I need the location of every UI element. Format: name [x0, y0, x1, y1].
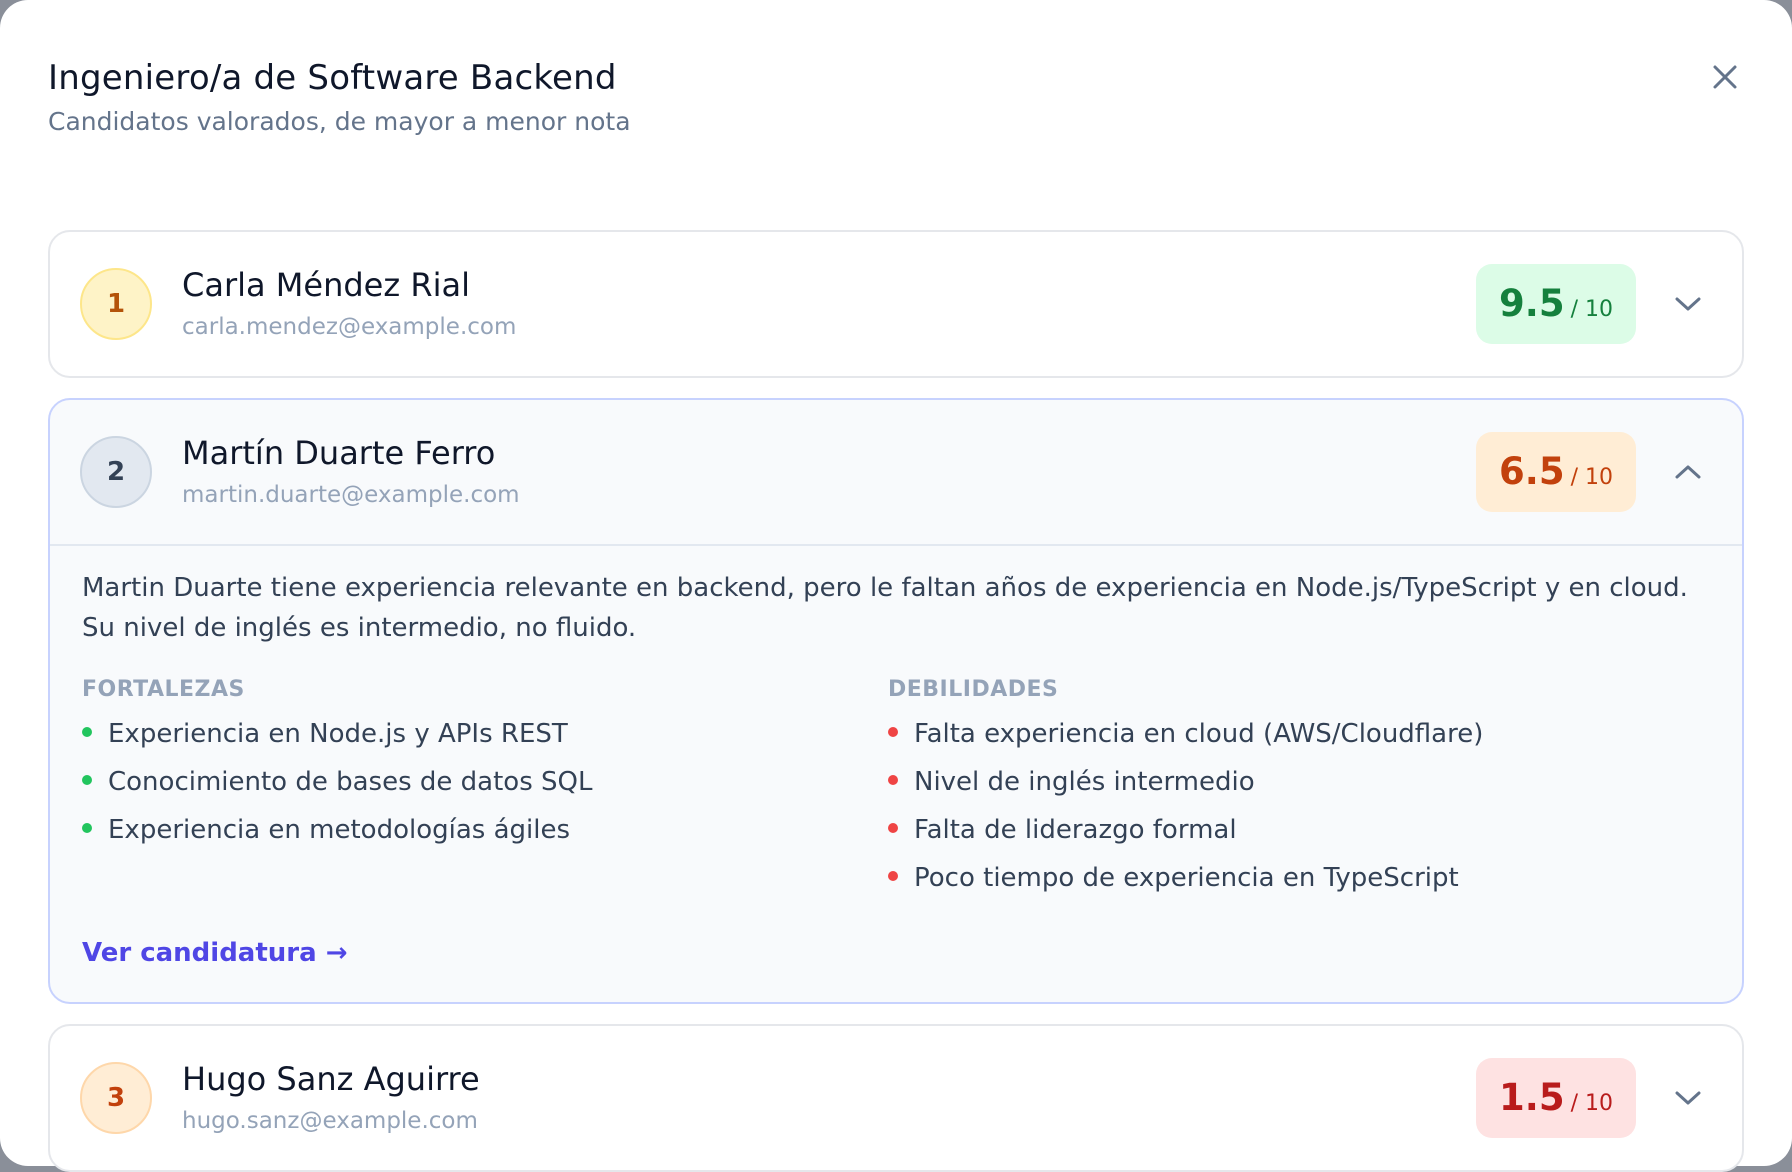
candidates-modal: Ingeniero/a de Software Backend Candidat…	[0, 0, 1792, 1172]
strength-text: Experiencia en Node.js y APIs REST	[108, 719, 568, 749]
candidate-info: Martín Duarte Ferro martin.duarte@exampl…	[182, 432, 1476, 512]
candidate-card: 1 Carla Méndez Rial carla.mendez@example…	[48, 230, 1744, 378]
strength-text: Experiencia en metodologías ágiles	[108, 815, 571, 845]
candidate-name: Martín Duarte Ferro	[182, 434, 496, 472]
candidate-card-header[interactable]: 3 Hugo Sanz Aguirre hugo.sanz@example.co…	[50, 1026, 1742, 1170]
score-value: 1.5	[1499, 1076, 1565, 1119]
bullet-dot-icon	[82, 727, 92, 737]
expand-toggle[interactable]	[1662, 278, 1714, 330]
candidate-list: 1 Carla Méndez Rial carla.mendez@example…	[48, 230, 1744, 1172]
candidate-name: Carla Méndez Rial	[182, 266, 470, 304]
collapse-toggle[interactable]	[1662, 446, 1714, 498]
chevron-down-icon	[1675, 297, 1701, 311]
view-application-link[interactable]: Ver candidatura →	[82, 938, 348, 968]
rank-badge: 3	[80, 1062, 152, 1134]
weakness-text: Falta de liderazgo formal	[914, 815, 1237, 845]
weakness-text: Poco tiempo de experiencia en TypeScript	[914, 863, 1459, 893]
strength-text: Conocimiento de bases de datos SQL	[108, 767, 593, 797]
candidate-card-header[interactable]: 1 Carla Méndez Rial carla.mendez@example…	[50, 232, 1742, 376]
score-value: 6.5	[1499, 450, 1565, 493]
strengths-title: Fortalezas	[82, 677, 245, 702]
chevron-down-icon	[1675, 1091, 1701, 1105]
modal-subtitle: Candidatos valorados, de mayor a menor n…	[48, 107, 631, 136]
strength-item: Experiencia en Node.js y APIs REST	[82, 716, 888, 752]
close-icon	[1713, 65, 1737, 89]
score-max: / 10	[1570, 1091, 1613, 1116]
candidate-info: Hugo Sanz Aguirre hugo.sanz@example.com	[182, 1058, 1476, 1138]
candidate-info: Carla Méndez Rial carla.mendez@example.c…	[182, 264, 1476, 344]
bullet-dot-icon	[888, 727, 898, 737]
weakness-item: Nivel de inglés intermedio	[888, 764, 1694, 800]
rank-badge: 1	[80, 268, 152, 340]
weakness-item: Poco tiempo de experiencia en TypeScript	[888, 860, 1694, 896]
candidate-card: 2 Martín Duarte Ferro martin.duarte@exam…	[48, 398, 1744, 1004]
weakness-item: Falta experiencia en cloud (AWS/Cloudfla…	[888, 716, 1694, 752]
weaknesses-title: Debilidades	[888, 677, 1059, 702]
expand-toggle[interactable]	[1662, 1072, 1714, 1124]
bullet-dot-icon	[888, 823, 898, 833]
bullet-dot-icon	[82, 775, 92, 785]
candidate-summary: Martin Duarte tiene experiencia relevant…	[82, 573, 1688, 643]
modal-header: Ingeniero/a de Software Backend Candidat…	[48, 54, 1744, 176]
close-button[interactable]	[1702, 54, 1748, 100]
score-badge: 9.5 / 10	[1476, 264, 1636, 344]
weakness-item: Falta de liderazgo formal	[888, 812, 1694, 848]
weaknesses-list: Falta experiencia en cloud (AWS/Cloudfla…	[888, 716, 1694, 896]
bullet-dot-icon	[888, 871, 898, 881]
candidate-card-header[interactable]: 2 Martín Duarte Ferro martin.duarte@exam…	[50, 400, 1742, 544]
score-max: / 10	[1570, 297, 1613, 322]
candidate-details: Martin Duarte tiene experiencia relevant…	[50, 544, 1742, 1002]
score-badge: 6.5 / 10	[1476, 432, 1636, 512]
modal-title: Ingeniero/a de Software Backend	[48, 58, 617, 98]
weaknesses-section: Debilidades Falta experiencia en cloud (…	[888, 674, 1694, 908]
score-value: 9.5	[1499, 282, 1565, 325]
bullet-dot-icon	[82, 823, 92, 833]
candidate-email: martin.duarte@example.com	[182, 482, 520, 508]
candidate-card: 3 Hugo Sanz Aguirre hugo.sanz@example.co…	[48, 1024, 1744, 1172]
bullet-dot-icon	[888, 775, 898, 785]
weakness-text: Falta experiencia en cloud (AWS/Cloudfla…	[914, 719, 1484, 749]
candidate-email: carla.mendez@example.com	[182, 314, 517, 340]
candidate-name: Hugo Sanz Aguirre	[182, 1060, 480, 1098]
strengths-section: Fortalezas Experiencia en Node.js y APIs…	[82, 674, 888, 908]
chevron-up-icon	[1675, 465, 1701, 479]
strengths-list: Experiencia en Node.js y APIs REST Conoc…	[82, 716, 888, 848]
strength-item: Conocimiento de bases de datos SQL	[82, 764, 888, 800]
evaluation-columns: Fortalezas Experiencia en Node.js y APIs…	[82, 674, 1694, 908]
score-max: / 10	[1570, 465, 1613, 490]
candidate-email: hugo.sanz@example.com	[182, 1108, 478, 1134]
strength-item: Experiencia en metodologías ágiles	[82, 812, 888, 848]
weakness-text: Nivel de inglés intermedio	[914, 767, 1255, 797]
score-badge: 1.5 / 10	[1476, 1058, 1636, 1138]
rank-badge: 2	[80, 436, 152, 508]
